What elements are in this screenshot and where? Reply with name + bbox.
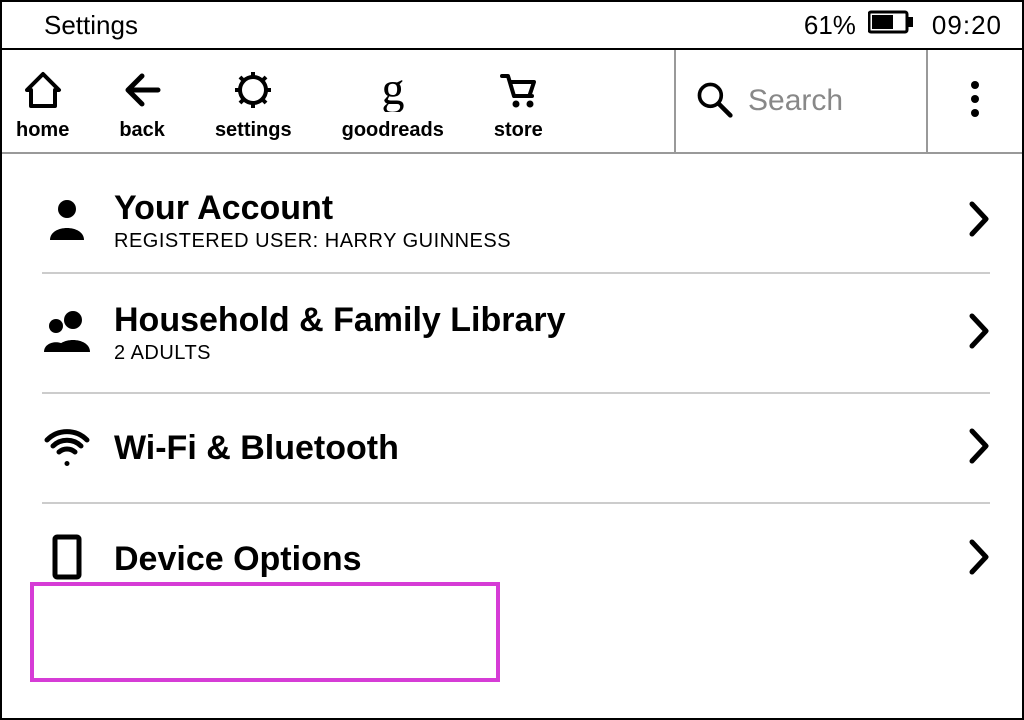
store-button[interactable]: store: [494, 68, 543, 142]
overflow-menu-button[interactable]: [926, 50, 1022, 152]
goodreads-button[interactable]: g goodreads: [342, 68, 444, 142]
clock: 09:20: [932, 10, 1002, 41]
back-label: back: [119, 119, 165, 142]
chevron-right-icon: [968, 225, 990, 242]
gear-icon: [231, 68, 275, 117]
goodreads-icon: g: [371, 68, 415, 117]
kebab-icon: [970, 77, 980, 126]
status-bar: Settings 61% 09:20: [2, 2, 1022, 48]
back-button[interactable]: back: [119, 68, 165, 142]
chevron-right-icon: [968, 337, 990, 354]
person-icon: [42, 194, 92, 249]
household-subtitle: 2 ADULTS: [114, 342, 968, 365]
home-icon: [21, 68, 65, 117]
settings-button[interactable]: settings: [215, 68, 292, 142]
household-title: Household & Family Library: [114, 301, 968, 340]
settings-row-wifi[interactable]: Wi-Fi & Bluetooth: [42, 394, 990, 504]
device-options-title: Device Options: [114, 540, 968, 579]
home-button[interactable]: home: [16, 68, 69, 142]
battery-percent: 61%: [804, 10, 856, 41]
chevron-right-icon: [968, 452, 990, 469]
chevron-right-icon: [968, 563, 990, 580]
back-arrow-icon: [120, 68, 164, 117]
settings-row-account[interactable]: Your Account REGISTERED USER: HARRY GUIN…: [42, 154, 990, 274]
wifi-icon: [42, 421, 92, 476]
settings-label: settings: [215, 119, 292, 142]
wifi-title: Wi-Fi & Bluetooth: [114, 429, 968, 468]
search-input[interactable]: Search: [674, 50, 926, 152]
battery-icon: [868, 10, 914, 41]
goodreads-label: goodreads: [342, 119, 444, 142]
search-icon: [694, 79, 734, 124]
home-label: home: [16, 119, 69, 142]
cart-icon: [496, 68, 540, 117]
settings-row-household[interactable]: Household & Family Library 2 ADULTS: [42, 274, 990, 394]
settings-list: Your Account REGISTERED USER: HARRY GUIN…: [2, 154, 1022, 614]
svg-text:g: g: [381, 68, 404, 112]
store-label: store: [494, 119, 543, 142]
toolbar: home back settings g goodreads store Sea…: [2, 48, 1022, 154]
account-title: Your Account: [114, 189, 968, 228]
search-placeholder: Search: [748, 84, 843, 118]
page-title: Settings: [44, 10, 792, 41]
people-icon: [42, 306, 92, 361]
account-subtitle: REGISTERED USER: HARRY GUINNESS: [114, 230, 968, 253]
tablet-icon: [42, 532, 92, 587]
settings-row-device-options[interactable]: Device Options: [42, 504, 990, 614]
